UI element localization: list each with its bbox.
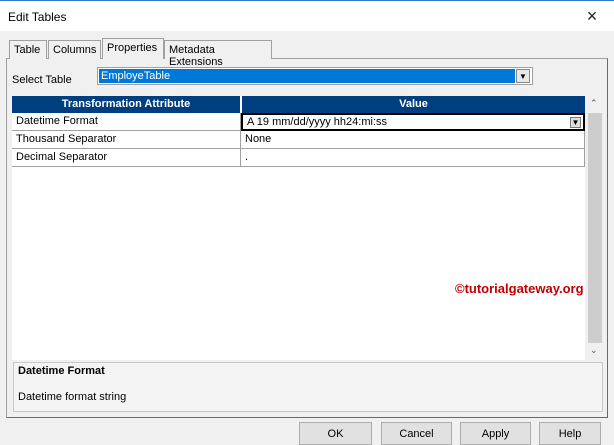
header-value: Value [242, 96, 585, 113]
description-text: Datetime format string [18, 391, 127, 403]
scroll-up-icon[interactable]: ⌃ [590, 98, 598, 109]
select-table-label: Select Table [12, 74, 72, 86]
vertical-scrollbar[interactable]: ⌃ ⌄ [587, 96, 603, 360]
tab-metadata-extensions[interactable]: Metadata Extensions [164, 40, 272, 68]
tab-properties[interactable]: Properties [102, 38, 164, 59]
value-cell-editor[interactable]: A 19 mm/dd/yyyy hh24:mi:ss ▼ [241, 113, 585, 131]
description-title: Datetime Format [18, 365, 105, 377]
scroll-down-icon[interactable]: ⌄ [590, 345, 598, 356]
select-table-value: EmployeTable [99, 69, 515, 83]
header-attribute: Transformation Attribute [12, 96, 240, 113]
select-table-dropdown[interactable]: EmployeTable ▼ [97, 67, 533, 85]
window-title: Edit Tables [8, 10, 67, 24]
close-icon[interactable]: × [580, 4, 604, 28]
scrollbar-thumb[interactable] [588, 113, 602, 343]
tab-columns[interactable]: Columns [48, 40, 101, 59]
attribute-cell: Decimal Separator [12, 149, 241, 167]
attribute-cell: Datetime Format [12, 113, 241, 131]
ok-button[interactable]: OK [299, 422, 372, 445]
cancel-button[interactable]: Cancel [381, 422, 452, 445]
properties-grid: Transformation Attribute Value Datetime … [12, 96, 585, 360]
tab-table[interactable]: Table [9, 40, 47, 59]
dropdown-arrow-icon[interactable]: ▼ [570, 117, 581, 128]
apply-button[interactable]: Apply [460, 422, 531, 445]
attribute-cell: Thousand Separator [12, 131, 241, 149]
title-bar: Edit Tables × [0, 0, 614, 31]
description-box: Datetime Format Datetime format string [13, 362, 603, 412]
watermark: ©tutorialgateway.org [455, 281, 584, 296]
value-cell[interactable]: . [241, 149, 585, 167]
chevron-down-icon[interactable]: ▼ [516, 69, 530, 83]
help-button[interactable]: Help [539, 422, 601, 445]
value-text: A 19 mm/dd/yyyy hh24:mi:ss [247, 116, 387, 128]
value-cell[interactable]: None [241, 131, 585, 149]
